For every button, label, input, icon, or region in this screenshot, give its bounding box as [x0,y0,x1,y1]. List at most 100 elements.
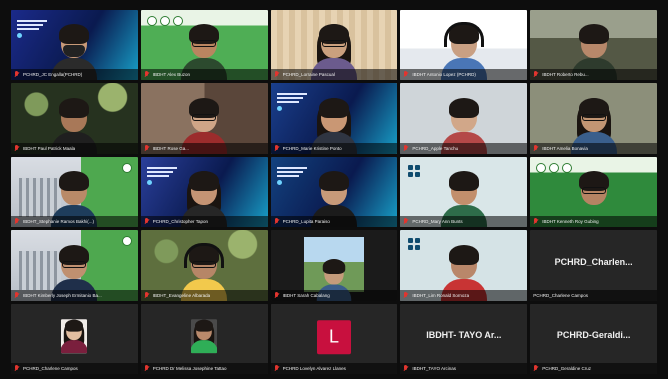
name-label-bar: IBDHT_TAYO Arcinas [400,363,528,374]
participant-name: IBDHT Kimberly Joseph Ermitanio Ba... [23,292,102,298]
name-label-bar: IBDHT Rose Ga... [140,142,268,154]
participant-name: IBDHT_Lim Ronald Sornoza [412,292,470,298]
muted-mic-icon [274,144,280,152]
participant-name: IBDHT Paul Patrick Maala [23,145,76,151]
participant-tile[interactable]: IBDHT Kimberly Joseph Ermitanio Ba... [11,230,138,301]
participant-tile[interactable]: PCHRD_Charlen... PCHRD_Charlene Campos [530,230,657,301]
muted-mic-icon [403,365,409,372]
participant-name: PCHRD_Christopher Tapon [152,219,208,225]
participant-tile[interactable]: IBDHT Kenneth Roy Gubing [530,156,657,228]
muted-mic-icon [403,291,409,299]
participant-display-name: IBDHT- TAYO Ar... [426,330,502,341]
participant-name: IBDHT_Evangeline Albarada [152,292,211,298]
participant-name: PCHRD_Charlene Campos [23,366,78,371]
participant-name: PCHRD_JC Engalla(PCHRD) [23,72,83,78]
name-label-bar: IBDHT_Lim Ronald Sornoza [400,289,528,301]
name-label-bar: PCHRD_Christopher Tapon [140,216,268,228]
participant-name: PCHRD_Lupita Paraiso [282,219,330,225]
participant-name: PCHRD_Geraldine Cruz [542,366,591,371]
virtual-background-graphic [276,93,315,112]
name-label-bar: PCHRD_JC Engalla(PCHRD) [11,69,138,81]
participant-name: PCHRD_Lorraine Pascual [282,72,335,78]
participant-name: IBDHT Sarah Cabalang [282,292,330,298]
logo-icon [408,164,421,177]
muted-mic-icon [144,71,150,78]
participant-tile[interactable]: PCHRD_JC Engalla(PCHRD) [11,10,138,81]
name-label-bar: PCHRD_Lorraine Pascual [270,69,398,81]
profile-picture [191,319,218,354]
name-label-bar: IBDHT Alex Buzon [140,69,268,81]
participant-tile[interactable]: IBDHT Sarah Cabalang [270,230,398,301]
virtual-background-graphic [276,166,315,185]
name-label-bar: IBDHT Sarah Cabalang [270,289,398,301]
participant-tile[interactable]: PCHRD Dr Melissa Josephine Tattao [140,303,268,374]
participant-tile[interactable]: PCHRD-Geraldi... PCHRD_Geraldine Cruz [530,303,657,374]
muted-mic-icon [144,144,150,152]
name-label-bar: IBDHT Paul Patrick Maala [11,142,138,154]
participant-tile[interactable]: L PCHRD Lovelyn Alvarez Llanes [270,303,398,374]
muted-mic-icon [14,218,20,225]
participant-tile[interactable]: IBDHT_Stephanie Ramos Bakhi(...) [11,156,138,228]
muted-mic-icon [533,71,539,78]
logo-icon [408,238,421,251]
name-label-bar: PCHRD Dr Melissa Josephine Tattao [140,363,268,374]
participant-tile[interactable]: PCHRD_Christopher Tapon [140,156,268,228]
participant-tile[interactable]: IBDHT- TAYO Ar... IBDHT_TAYO Arcinas [400,303,528,374]
participant-tile[interactable]: IBDHT Rose Ga... [140,83,268,154]
name-label-bar: IBDHT Kenneth Roy Gubing [530,216,657,228]
muted-mic-icon [274,218,280,225]
participant-name: IBDHT Rose Ga... [152,145,189,151]
logo-icon [146,16,183,26]
name-label-bar: PCHRD Lovelyn Alvarez Llanes [270,363,398,374]
participant-display-name: PCHRD_Charlen... [554,256,633,267]
muted-mic-icon [144,291,150,299]
name-label-bar: PCHRD_Mary Ann Bunts [400,216,528,228]
participant-tile[interactable]: IBDHT Amelia Bonavia [530,83,657,154]
muted-mic-icon [403,71,409,78]
muted-mic-icon [274,291,280,299]
muted-mic-icon [14,144,20,152]
muted-mic-icon [14,71,20,78]
participant-name: IBDHT Antonio Lopez (PCHRD) [412,72,476,78]
participant-tile[interactable]: IBDHT_Lim Ronald Sornoza [400,230,528,301]
participant-tile[interactable]: PCHRD_Marie Kristine Ponto [270,83,398,154]
participant-tile[interactable]: PCHRD_Apple Tanchu [400,83,528,154]
participant-name: IBDHT Alex Buzon [152,72,190,78]
name-label-bar: IBDHT_Evangeline Albarada [140,289,268,301]
participant-name: IBDHT Roberto Rebu... [542,72,589,78]
participant-tile[interactable]: IBDHT Roberto Rebu... [530,10,657,81]
participant-tile[interactable]: IBDHT Paul Patrick Maala [11,83,138,154]
muted-mic-icon [533,365,539,372]
name-label-bar: PCHRD_Geraldine Cruz [530,363,657,374]
logo-icon [121,236,132,247]
muted-mic-icon [533,218,539,225]
name-label-bar: IBDHT Amelia Bonavia [530,142,657,154]
virtual-background-graphic [146,166,185,185]
participant-name: PCHRD Lovelyn Alvarez Llanes [282,366,346,371]
muted-mic-icon [274,71,280,78]
participant-name: PCHRD Dr Melissa Josephine Tattao [152,366,227,371]
muted-mic-icon [533,144,539,152]
participant-name: PCHRD_Apple Tanchu [412,145,459,151]
muted-mic-icon [14,365,20,372]
participant-tile[interactable]: IBDHT Alex Buzon [140,10,268,81]
participant-tile[interactable]: PCHRD_Lorraine Pascual [270,10,398,81]
virtual-background-graphic [17,20,55,38]
video-gallery: PCHRD_JC Engalla(PCHRD) IBDHT Alex Buzon P… [11,10,657,374]
muted-mic-icon [274,365,280,372]
participant-name: PCHRD_Charlene Campos [533,292,588,298]
participant-tile[interactable]: PCHRD_Charlene Campos [11,303,138,374]
participant-name: PCHRD_Mary Ann Bunts [412,219,463,225]
muted-mic-icon [144,218,150,225]
participant-tile[interactable]: PCHRD_Mary Ann Bunts [400,156,528,228]
name-label-bar: IBDHT Kimberly Joseph Ermitanio Ba... [11,289,138,301]
name-label-bar: PCHRD_Charlene Campos [530,289,657,301]
participant-tile[interactable]: PCHRD_Lupita Paraiso [270,156,398,228]
participant-tile[interactable]: IBDHT_Evangeline Albarada [140,230,268,301]
participant-tile[interactable]: IBDHT Antonio Lopez (PCHRD) [400,10,528,81]
avatar-initial: L [316,320,351,355]
name-label-bar: PCHRD_Apple Tanchu [400,142,528,154]
name-label-bar: IBDHT Roberto Rebu... [530,69,657,81]
logo-icon [536,162,573,173]
muted-mic-icon [403,144,409,152]
